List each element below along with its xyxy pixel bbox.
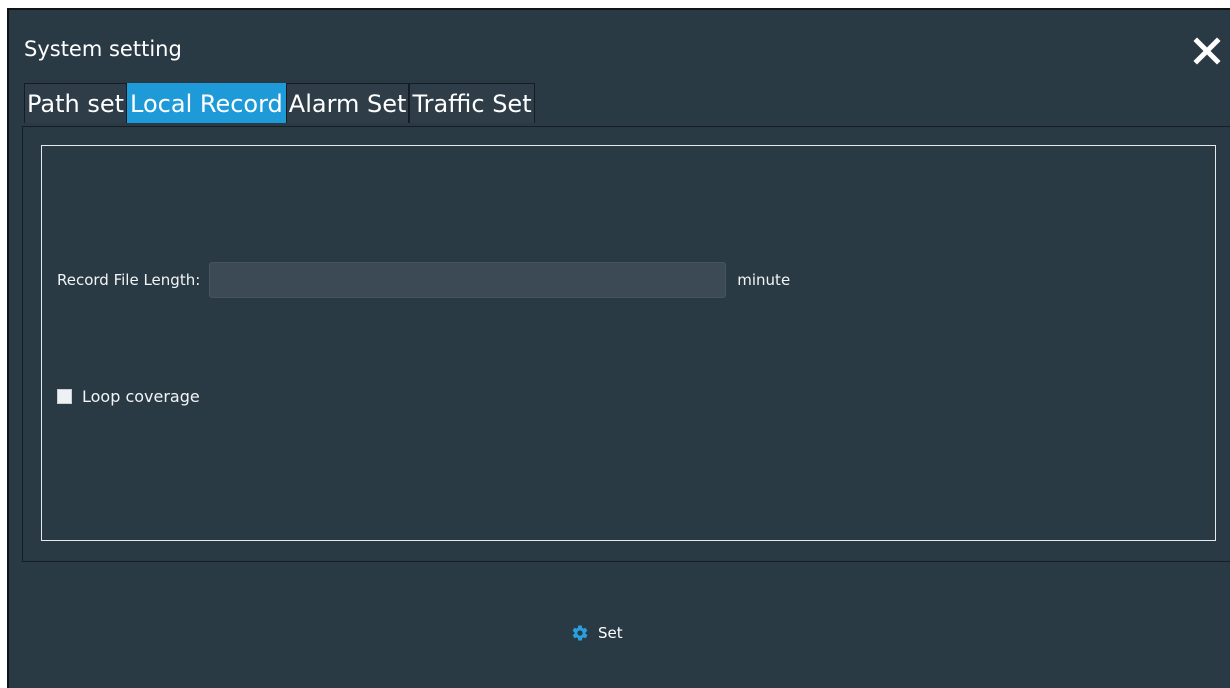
tab-local-record[interactable]: Local Record: [127, 83, 286, 123]
gear-icon: [572, 625, 588, 641]
loop-coverage-option[interactable]: Loop coverage: [57, 386, 200, 406]
tab-path-set[interactable]: Path set: [24, 83, 128, 123]
record-length-label: Record File Length:: [57, 271, 201, 289]
close-icon: [1193, 37, 1221, 65]
system-setting-dialog: System setting Path set Local Record Ala…: [7, 8, 1230, 688]
loop-coverage-label: Loop coverage: [82, 386, 200, 406]
close-button[interactable]: [1192, 36, 1222, 66]
local-record-panel: Record File Length: minute Loop coverage: [22, 126, 1230, 562]
tab-alarm-set[interactable]: Alarm Set: [285, 83, 410, 123]
loop-coverage-checkbox[interactable]: [57, 388, 72, 404]
record-length-row: Record File Length: minute: [57, 262, 790, 298]
dialog-title: System setting: [24, 37, 182, 61]
set-button[interactable]: Set: [571, 624, 623, 642]
local-record-group-box: Record File Length: minute Loop coverage: [41, 145, 1216, 541]
set-button-label: Set: [598, 624, 623, 642]
record-length-input[interactable]: [209, 262, 727, 298]
record-length-unit: minute: [737, 271, 791, 289]
tab-bar: Path set Local Record Alarm Set Traffic …: [24, 82, 535, 128]
tab-traffic-set[interactable]: Traffic Set: [409, 83, 535, 123]
